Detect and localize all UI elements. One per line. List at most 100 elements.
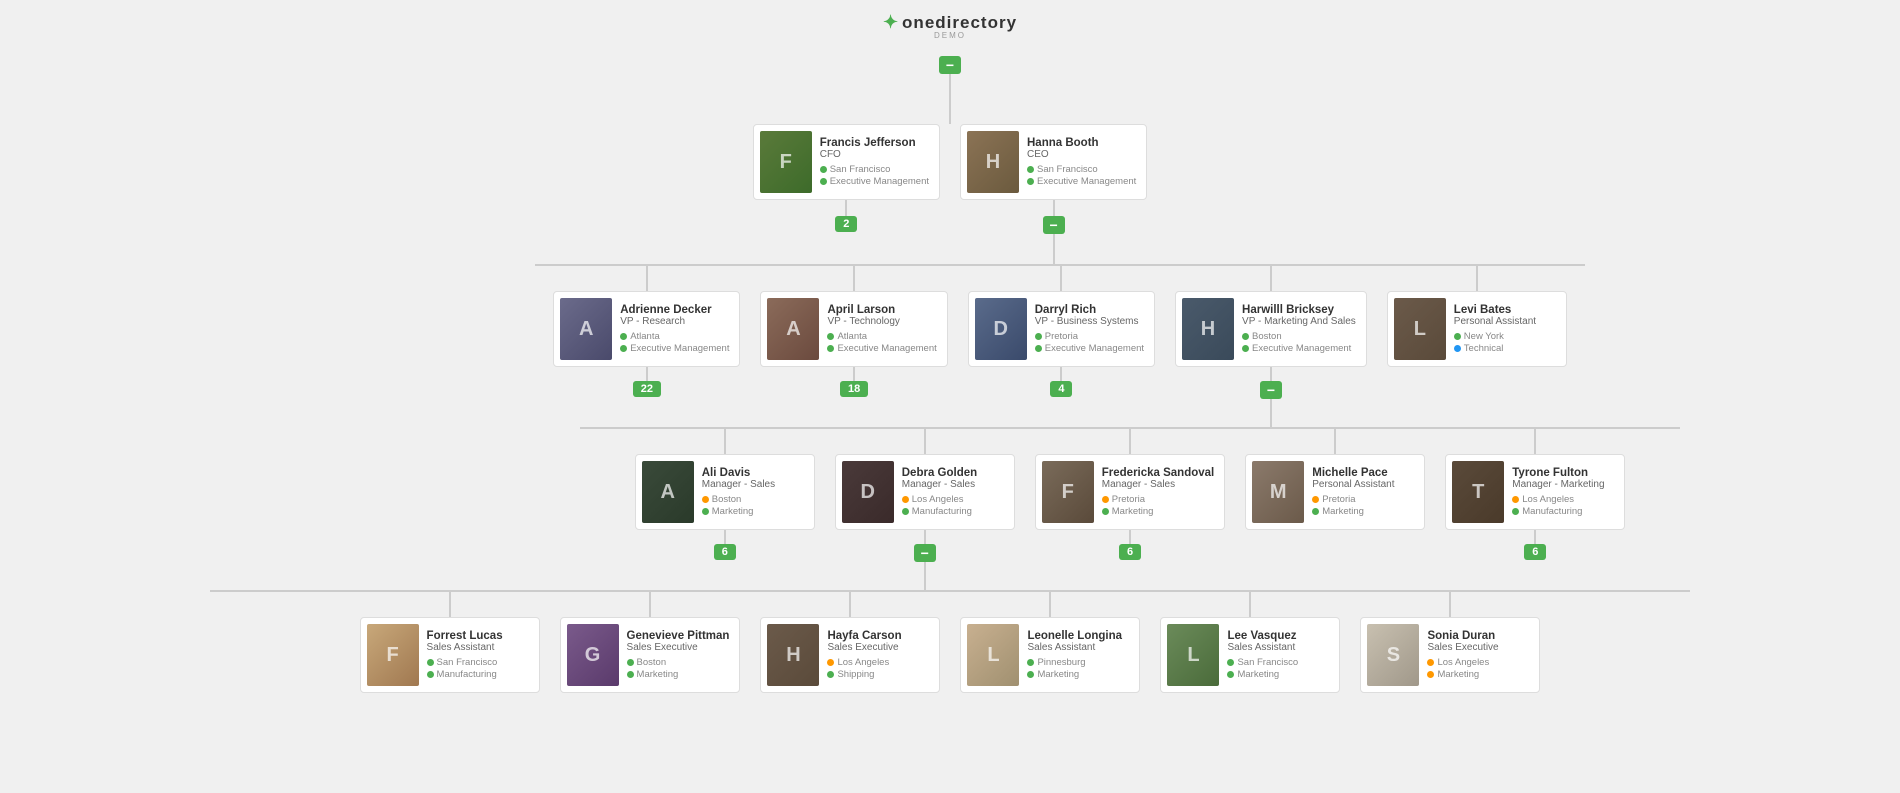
location-dot-adrienne [620, 333, 627, 340]
name-francis: Francis Jefferson [820, 137, 929, 149]
vline-levi-up [1476, 266, 1478, 291]
title-debra: Manager - Sales [902, 479, 1004, 490]
dept-debra: Manufacturing [902, 506, 1004, 517]
info-leonelle: Leonelle Longina Sales Assistant Pinnesb… [1027, 630, 1129, 680]
card-harwilll[interactable]: H Harwilll Bricksey VP - Marketing And S… [1175, 291, 1367, 367]
count-april[interactable]: 18 [840, 381, 868, 397]
location-forrest: San Francisco [427, 657, 529, 668]
node-debra: D Debra Golden Manager - Sales Los Angel… [835, 429, 1015, 590]
info-hanna: Hanna Booth CEO San Francisco Executive … [1027, 137, 1136, 187]
avatar-hayfa: H [767, 624, 819, 686]
logo-text: onedirectory [902, 13, 1017, 33]
name-harwilll: Harwilll Bricksey [1242, 304, 1356, 316]
node-adrienne: A Adrienne Decker VP - Research Atlanta [553, 266, 740, 397]
card-hanna[interactable]: H Hanna Booth CEO San Francisco Executiv… [960, 124, 1147, 200]
vline-adrienne-up [646, 266, 648, 291]
vline-hanna-down [1053, 200, 1055, 216]
node-levi: L Levi Bates Personal Assistant New York [1387, 266, 1567, 367]
vline-tyrone-up [1534, 429, 1536, 454]
dept-dot-debra [902, 508, 909, 515]
logo: ✦ onedirectory [0, 12, 1900, 33]
card-ali[interactable]: A Ali Davis Manager - Sales Boston [635, 454, 815, 530]
dept-sonia: Marketing [1427, 669, 1529, 680]
title-harwilll: VP - Marketing And Sales [1242, 316, 1356, 327]
location-dot-fredericka [1102, 496, 1109, 503]
count-tyrone[interactable]: 6 [1524, 544, 1546, 560]
name-tyrone: Tyrone Fulton [1512, 467, 1614, 479]
dept-dot-harwilll [1242, 345, 1249, 352]
name-hanna: Hanna Booth [1027, 137, 1136, 149]
info-levi: Levi Bates Personal Assistant New York T… [1454, 304, 1556, 354]
dept-dot-levi [1454, 345, 1461, 352]
count-ali[interactable]: 6 [714, 544, 736, 560]
card-tyrone[interactable]: T Tyrone Fulton Manager - Marketing Los … [1445, 454, 1625, 530]
name-darryl: Darryl Rich [1035, 304, 1144, 316]
avatar-sonia: S [1367, 624, 1419, 686]
name-adrienne: Adrienne Decker [620, 304, 729, 316]
count-adrienne[interactable]: 22 [633, 381, 661, 397]
root-expand-button[interactable]: − [939, 56, 961, 74]
dept-dot-fredericka [1102, 508, 1109, 515]
info-hayfa: Hayfa Carson Sales Executive Los Angeles [827, 630, 929, 680]
name-ali: Ali Davis [702, 467, 804, 479]
dept-dot-april [827, 345, 834, 352]
title-adrienne: VP - Research [620, 316, 729, 327]
card-lee[interactable]: L Lee Vasquez Sales Assistant San Franci… [1160, 617, 1340, 693]
avatar-genevieve: G [567, 624, 619, 686]
node-hanna: H Hanna Booth CEO San Francisco Executiv… [960, 124, 1147, 264]
card-hayfa[interactable]: H Hayfa Carson Sales Executive Los Angel… [760, 617, 940, 693]
card-forrest[interactable]: F Forrest Lucas Sales Assistant San Fran… [360, 617, 540, 693]
card-francis[interactable]: F Francis Jefferson CFO San Francisco Ex… [753, 124, 940, 200]
title-francis: CFO [820, 149, 929, 160]
card-levi[interactable]: L Levi Bates Personal Assistant New York [1387, 291, 1567, 367]
dept-dot-darryl [1035, 345, 1042, 352]
count-fredericka[interactable]: 6 [1119, 544, 1141, 560]
card-leonelle[interactable]: L Leonelle Longina Sales Assistant Pinne… [960, 617, 1140, 693]
count-francis[interactable]: 2 [835, 216, 857, 232]
expand-harwilll[interactable]: − [1260, 381, 1282, 399]
avatar-harwilll: H [1182, 298, 1234, 360]
node-hayfa: H Hayfa Carson Sales Executive Los Angel… [760, 592, 940, 693]
title-ali: Manager - Sales [702, 479, 804, 490]
vline-hanna-level2 [1053, 234, 1055, 264]
card-fredericka[interactable]: F Fredericka Sandoval Manager - Sales Pr… [1035, 454, 1226, 530]
dept-tyrone: Manufacturing [1512, 506, 1614, 517]
card-debra[interactable]: D Debra Golden Manager - Sales Los Angel… [835, 454, 1015, 530]
info-michelle: Michelle Pace Personal Assistant Pretori… [1312, 467, 1414, 517]
info-fredericka: Fredericka Sandoval Manager - Sales Pret… [1102, 467, 1215, 517]
expand-hanna[interactable]: − [1043, 216, 1065, 234]
count-darryl[interactable]: 4 [1050, 381, 1072, 397]
dept-francis: Executive Management [820, 176, 929, 187]
dept-dot-genevieve [627, 671, 634, 678]
dept-hayfa: Shipping [827, 669, 929, 680]
location-dot-sonia [1427, 659, 1434, 666]
level2-connector: A Adrienne Decker VP - Research Atlanta [210, 264, 1690, 693]
dept-harwilll: Executive Management [1242, 343, 1356, 354]
card-genevieve[interactable]: G Genevieve Pittman Sales Executive Bost… [560, 617, 741, 693]
dept-dot-adrienne [620, 345, 627, 352]
dept-dot-leonelle [1027, 671, 1034, 678]
avatar-darryl: D [975, 298, 1027, 360]
title-leonelle: Sales Assistant [1027, 642, 1129, 653]
location-dot-tyrone [1512, 496, 1519, 503]
card-darryl[interactable]: D Darryl Rich VP - Business Systems Pret… [968, 291, 1155, 367]
expand-debra[interactable]: − [914, 544, 936, 562]
title-darryl: VP - Business Systems [1035, 316, 1144, 327]
dept-levi: Technical [1454, 343, 1556, 354]
location-april: Atlanta [827, 331, 936, 342]
node-forrest: F Forrest Lucas Sales Assistant San Fran… [360, 592, 540, 693]
name-leonelle: Leonelle Longina [1027, 630, 1129, 642]
card-michelle[interactable]: M Michelle Pace Personal Assistant Preto… [1245, 454, 1425, 530]
location-dot-harwilll [1242, 333, 1249, 340]
card-april[interactable]: A April Larson VP - Technology Atlanta [760, 291, 947, 367]
title-forrest: Sales Assistant [427, 642, 529, 653]
avatar-forrest: F [367, 624, 419, 686]
card-sonia[interactable]: S Sonia Duran Sales Executive Los Angele… [1360, 617, 1540, 693]
info-adrienne: Adrienne Decker VP - Research Atlanta Ex… [620, 304, 729, 354]
dept-leonelle: Marketing [1027, 669, 1129, 680]
dept-hanna: Executive Management [1027, 176, 1136, 187]
card-adrienne[interactable]: A Adrienne Decker VP - Research Atlanta [553, 291, 740, 367]
location-hanna: San Francisco [1027, 164, 1136, 175]
info-forrest: Forrest Lucas Sales Assistant San Franci… [427, 630, 529, 680]
demo-badge: DEMO [0, 31, 1900, 40]
